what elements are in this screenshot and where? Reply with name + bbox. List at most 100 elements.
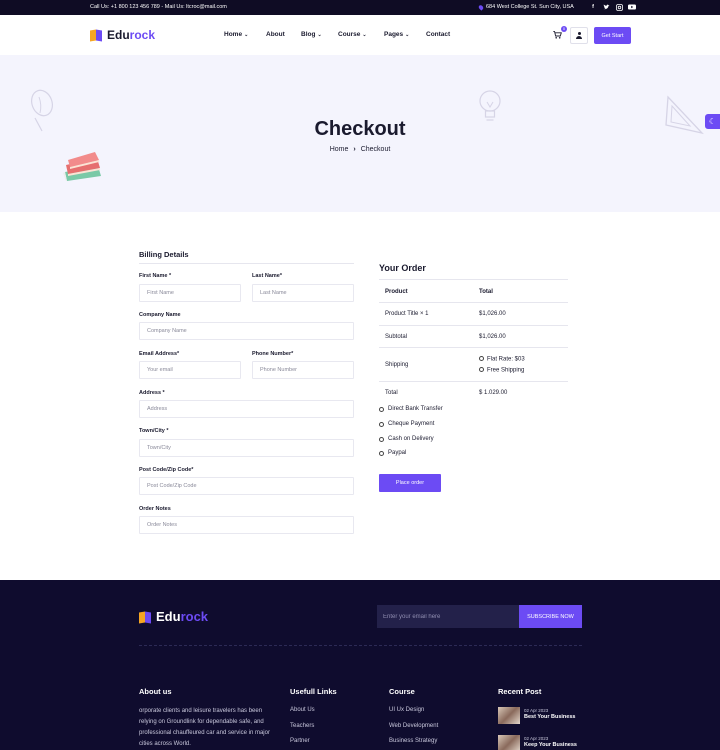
nav-item-home[interactable]: Home ⌄ <box>224 31 248 38</box>
nav-item-about[interactable]: About <box>266 31 285 38</box>
footer-course-webdev[interactable]: Web Development <box>389 723 438 729</box>
footer-about-text: orporate clients and leisure travelers h… <box>139 708 270 747</box>
chevron-down-icon: ⌄ <box>362 31 367 38</box>
breadcrumb: Home › Checkout <box>0 146 720 153</box>
order-col-total: Total <box>479 289 493 295</box>
get-start-button[interactable]: Get Start <box>594 27 631 44</box>
footer-link-teachers[interactable]: Teachers <box>290 723 314 729</box>
site-footer: Edurock SUBSCRIBE NOW About us orporate … <box>0 580 720 750</box>
subtotal-label: Subtotal <box>385 334 408 340</box>
page-title: Checkout <box>314 118 406 140</box>
social-links: f <box>589 3 636 11</box>
twitter-icon[interactable] <box>602 3 610 11</box>
order-col-product: Product <box>385 289 408 295</box>
phone-label: Phone Number* <box>252 351 294 357</box>
logo-book-icon <box>90 29 103 42</box>
footer-recent-heading: Recent Post <box>498 687 542 696</box>
user-icon <box>576 32 582 39</box>
page-hero: Checkout Home › Checkout ☾ <box>0 55 720 212</box>
divider <box>139 263 354 264</box>
site-header: Edurock Home ⌄ About Blog ⌄ Course ⌄ Pages ⌄… <box>0 15 720 55</box>
phone-field[interactable] <box>252 361 354 379</box>
billing-title: Billing Details <box>139 250 189 259</box>
dark-mode-toggle[interactable]: ☾ <box>705 114 720 129</box>
recent-post[interactable]: 02 Apr 2023 Best Your Business <box>498 707 575 724</box>
footer-course-business[interactable]: Business Strategy <box>389 738 437 744</box>
payment-option-cheque[interactable]: Cheque Payment <box>379 421 434 427</box>
shipping-option-free[interactable]: Free Shipping <box>479 367 524 374</box>
town-label: Town/City * <box>139 428 169 434</box>
shipping-option-flat[interactable]: Flat Rate: $03 <box>479 356 525 363</box>
footer-logo[interactable]: Edurock <box>139 609 208 624</box>
radio-icon <box>479 356 484 361</box>
footer-course-uiux[interactable]: UI Ux Design <box>389 707 424 713</box>
footer-link-about[interactable]: About Us <box>290 707 315 713</box>
divider <box>379 347 568 348</box>
moon-icon: ☾ <box>708 117 717 126</box>
place-order-button[interactable]: Place order <box>379 474 441 492</box>
divider <box>379 302 568 303</box>
chevron-right-icon: › <box>353 146 356 153</box>
divider <box>379 381 568 382</box>
footer-links-heading: Usefull Links <box>290 687 337 696</box>
postcode-field[interactable] <box>139 477 354 495</box>
topbar-address-text: 684 West College St. Sun City, USA <box>486 4 574 10</box>
company-field[interactable] <box>139 322 354 340</box>
post-thumbnail <box>498 707 520 724</box>
radio-icon <box>379 421 384 427</box>
logo-text: Edurock <box>107 28 156 42</box>
subtotal-value: $1,026.00 <box>479 334 506 340</box>
topbar: Call Us: +1 800 123 456 789 - Mail Us: l… <box>0 0 720 15</box>
order-notes-label: Order Notes <box>139 506 171 512</box>
cart-icon[interactable] <box>553 31 563 41</box>
total-value: $ 1.029.00 <box>479 390 508 396</box>
site-logo[interactable]: Edurock <box>90 28 155 42</box>
location-pin-icon <box>477 3 485 11</box>
topbar-address: 684 West College St. Sun City, USA <box>477 3 574 11</box>
first-name-label: First Name * <box>139 273 172 279</box>
town-field[interactable] <box>139 439 354 457</box>
last-name-field[interactable] <box>252 284 354 302</box>
payment-option-bank[interactable]: Direct Bank Transfer <box>379 406 443 412</box>
facebook-icon[interactable]: f <box>589 3 597 11</box>
books-stack-icon <box>63 152 101 181</box>
recent-post[interactable]: 02 Apr 2023 Keep Your Business <box>498 735 577 750</box>
radio-icon <box>379 450 384 456</box>
topbar-contact: Call Us: +1 800 123 456 789 - Mail Us: l… <box>90 4 227 10</box>
chevron-down-icon: ⌄ <box>317 31 322 38</box>
address-label: Address * <box>139 390 165 396</box>
chevron-down-icon: ⌄ <box>405 31 410 38</box>
subscribe-button[interactable]: SUBSCRIBE NOW <box>519 605 582 628</box>
order-notes-field[interactable] <box>139 516 354 534</box>
account-button[interactable] <box>570 27 588 44</box>
newsletter-email-input[interactable] <box>377 605 519 628</box>
instagram-icon[interactable] <box>615 3 623 11</box>
footer-link-partner[interactable]: Partner <box>290 738 310 744</box>
payment-option-paypal[interactable]: Paypal <box>379 450 406 456</box>
nav-item-contact[interactable]: Contact <box>426 31 450 38</box>
logo-book-icon <box>139 610 152 624</box>
footer-course-heading: Course <box>389 687 415 696</box>
nav-item-blog[interactable]: Blog ⌄ <box>301 31 322 38</box>
email-label: Email Address* <box>139 351 180 357</box>
breadcrumb-current: Checkout <box>360 146 391 153</box>
shipping-label: Shipping <box>385 362 409 368</box>
breadcrumb-home[interactable]: Home <box>330 146 349 153</box>
last-name-label: Last Name* <box>252 273 282 279</box>
divider <box>379 279 568 280</box>
post-title[interactable]: Keep Your Business <box>524 742 577 748</box>
logo-text: Edurock <box>156 609 209 624</box>
total-label: Total <box>385 390 398 396</box>
payment-option-cod[interactable]: Cash on Delivery <box>379 436 434 442</box>
divider <box>139 645 582 646</box>
radio-icon <box>379 436 384 442</box>
nav-item-pages[interactable]: Pages ⌄ <box>384 31 409 38</box>
nav-item-course[interactable]: Course ⌄ <box>338 31 367 38</box>
post-title[interactable]: Best Your Business <box>524 714 575 720</box>
company-label: Company Name <box>139 312 181 318</box>
email-field[interactable] <box>139 361 241 379</box>
first-name-field[interactable] <box>139 284 241 302</box>
order-title: Your Order <box>379 263 426 273</box>
address-field[interactable] <box>139 400 354 418</box>
youtube-icon[interactable] <box>628 3 636 11</box>
